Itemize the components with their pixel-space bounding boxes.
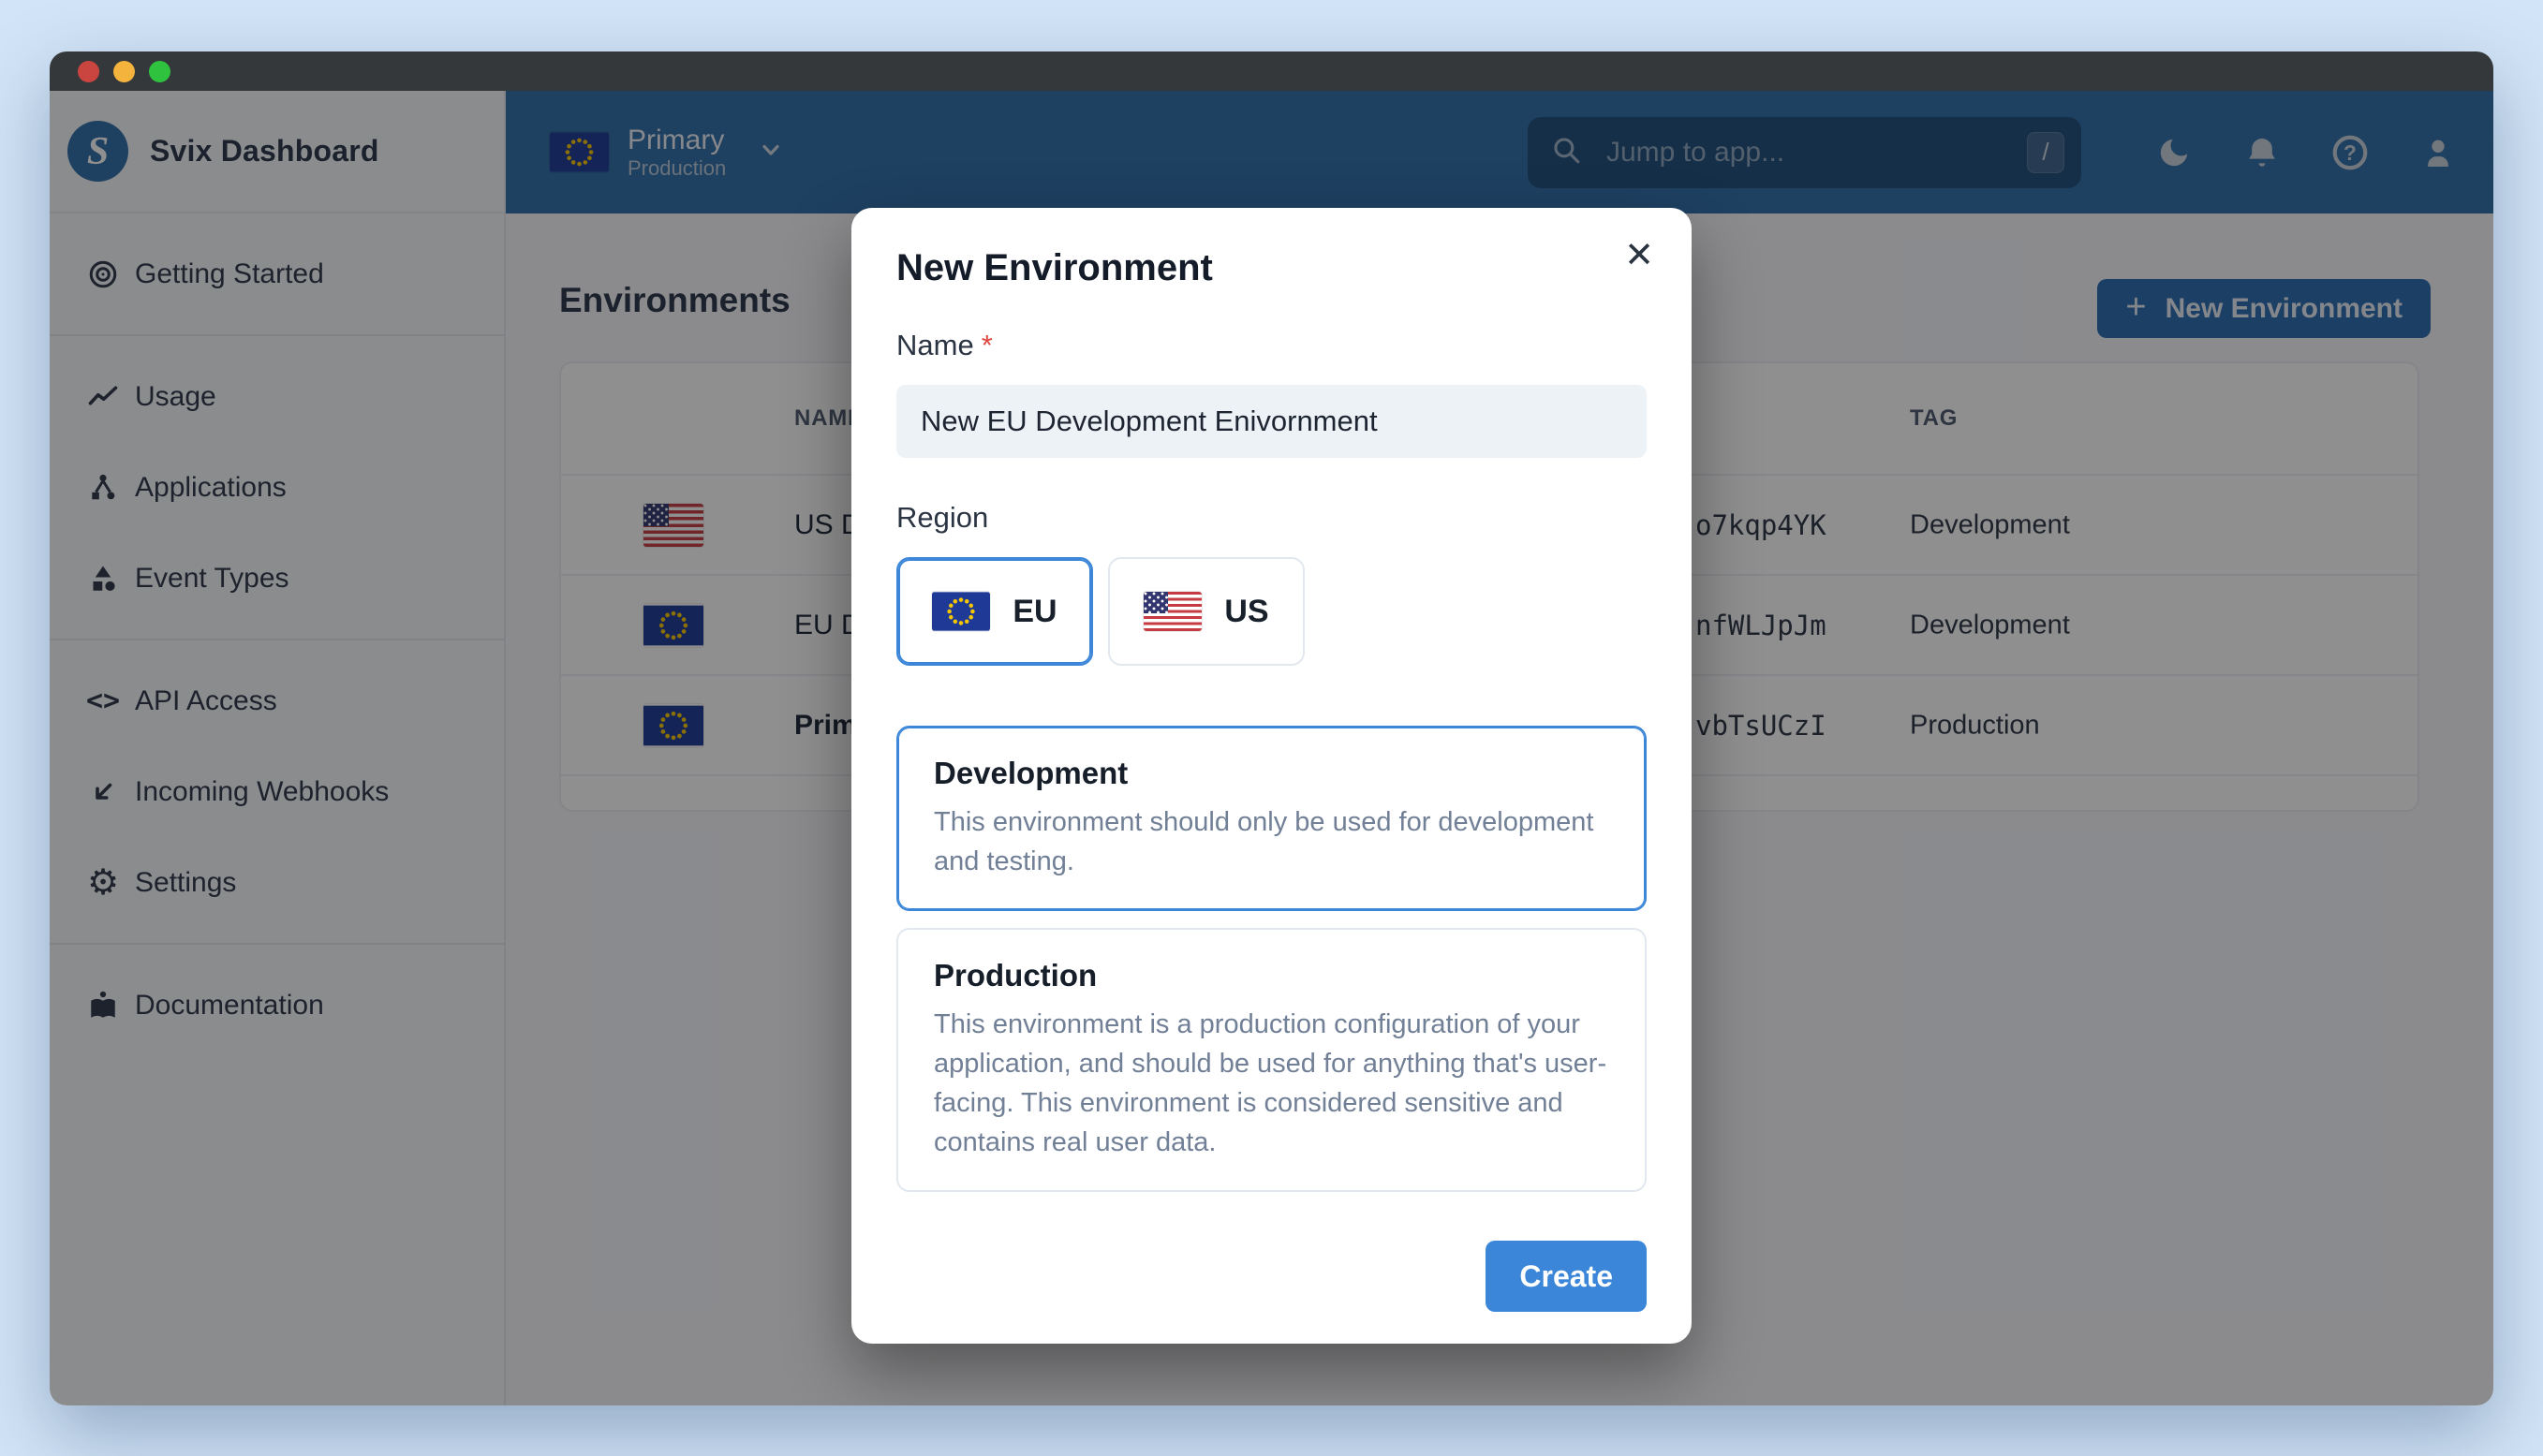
window-close-button[interactable] — [78, 60, 99, 82]
modal-footer: Create — [896, 1241, 1647, 1313]
create-button[interactable]: Create — [1486, 1241, 1647, 1313]
region-eu-label: EU — [1013, 593, 1057, 629]
window-zoom-button[interactable] — [149, 60, 170, 82]
region-field-label: Region — [896, 501, 989, 534]
env-type-description: This environment is a production configu… — [934, 1009, 1607, 1158]
desktop: S Svix Dashboard Getting Started Usage A… — [0, 0, 2543, 1456]
region-us-label: US — [1224, 593, 1269, 629]
modal-layer: New Environment ✕ Name* Region EU — [50, 91, 2493, 1405]
env-type-option-development[interactable]: Development This environment should only… — [896, 726, 1647, 912]
environment-name-input[interactable] — [896, 385, 1647, 458]
app-window: S Svix Dashboard Getting Started Usage A… — [50, 51, 2493, 1405]
env-type-title: Development — [934, 756, 1129, 790]
new-environment-modal: New Environment ✕ Name* Region EU — [851, 208, 1692, 1345]
modal-title: New Environment — [896, 247, 1213, 288]
region-option-eu[interactable]: EU — [896, 557, 1093, 666]
name-field-label: Name * — [896, 329, 1647, 362]
macos-titlebar — [50, 51, 2493, 91]
close-icon[interactable]: ✕ — [1624, 238, 1654, 273]
us-flag-icon — [1144, 592, 1203, 631]
env-type-option-production[interactable]: Production This environment is a product… — [896, 928, 1647, 1193]
name-label-text: Name — [896, 329, 974, 361]
region-option-us[interactable]: US — [1108, 557, 1305, 666]
env-type-title: Production — [934, 958, 1098, 993]
required-asterisk: * — [981, 329, 993, 361]
region-options: EU US — [896, 557, 1647, 666]
window-minimize-button[interactable] — [113, 60, 135, 82]
eu-flag-icon — [932, 592, 991, 631]
env-type-description: This environment should only be used for… — [934, 807, 1594, 877]
